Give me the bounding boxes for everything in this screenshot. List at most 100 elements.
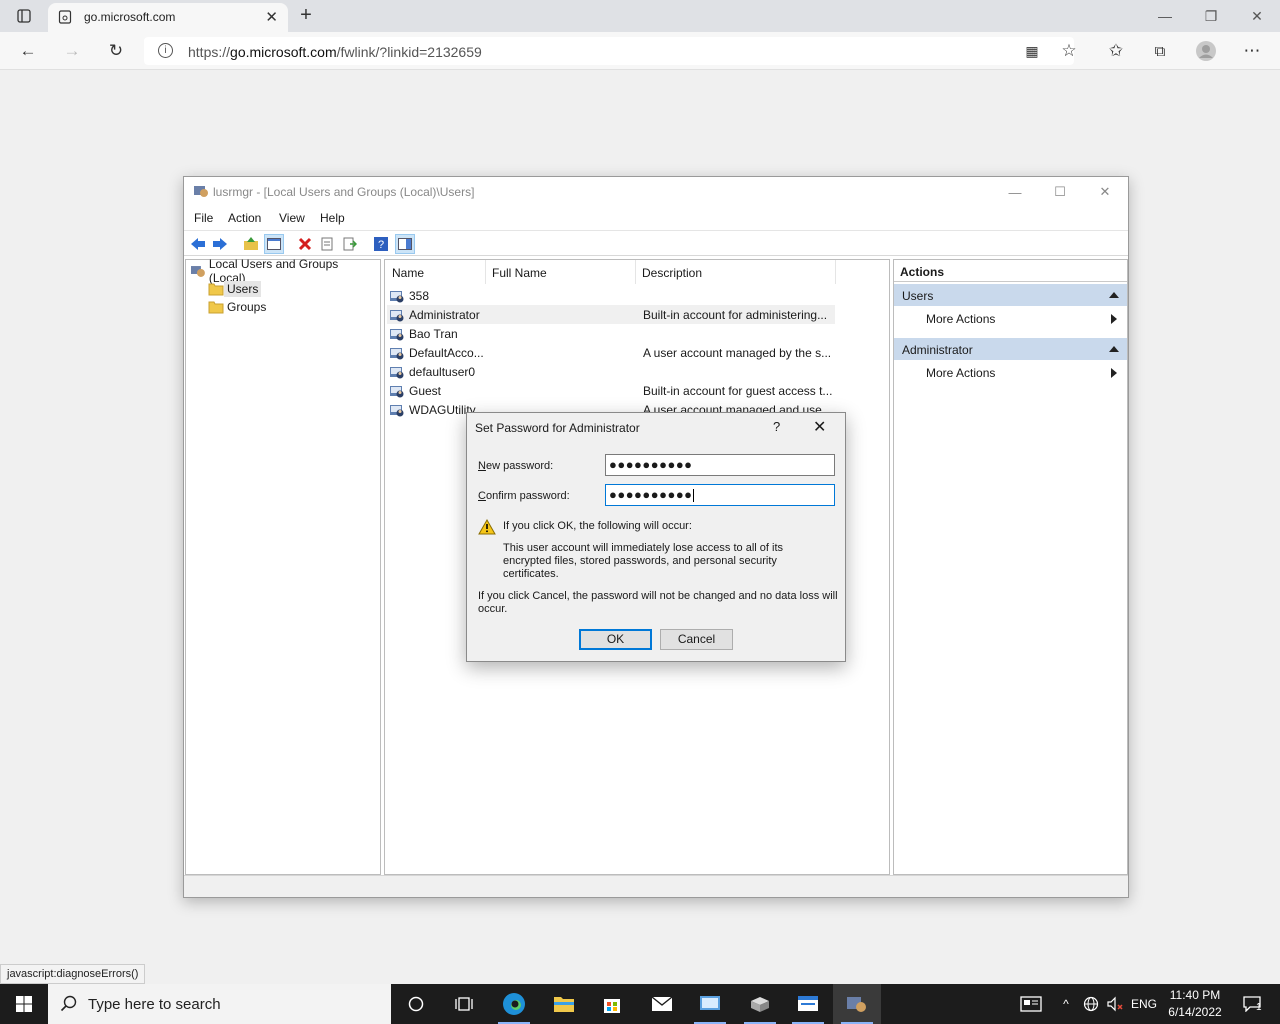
cortana-icon[interactable] [392, 984, 440, 1024]
user-icon [390, 310, 404, 322]
forward-arrow-icon[interactable] [210, 234, 230, 254]
tree-root-node[interactable]: Local Users and Groups (Local) [190, 257, 380, 285]
table-row[interactable]: Bao Tran [387, 324, 835, 343]
actions-group-administrator[interactable]: Administrator [894, 338, 1127, 360]
forward-icon[interactable]: → [59, 38, 85, 64]
user-name: DefaultAcco... [409, 346, 484, 360]
column-full-name[interactable]: Full Name [492, 266, 547, 280]
new-tab-icon[interactable]: + [296, 3, 316, 27]
more-actions-users[interactable]: More Actions [894, 308, 1127, 328]
user-icon [390, 329, 404, 341]
profile-avatar-icon[interactable] [1193, 38, 1219, 64]
input-language[interactable]: ENG [1128, 984, 1160, 1024]
ok-button[interactable]: OK [579, 629, 652, 650]
collapse-icon[interactable] [1109, 292, 1119, 298]
server-manager-icon[interactable] [784, 984, 832, 1024]
lusrmgr-taskbar-icon[interactable] [833, 984, 881, 1024]
start-button[interactable] [0, 984, 48, 1024]
page-favicon-icon [58, 10, 72, 24]
table-row[interactable]: defaultuser0 [387, 362, 835, 381]
mmc-close-icon[interactable]: ✕ [1085, 181, 1125, 203]
more-menu-icon[interactable]: ⋯ [1239, 38, 1265, 64]
users-groups-icon [190, 266, 205, 277]
menu-help[interactable]: Help [320, 211, 345, 225]
refresh-icon[interactable]: ↻ [103, 38, 129, 64]
tree-node-groups[interactable]: Groups [208, 298, 269, 316]
show-hide-action-pane-icon[interactable] [395, 234, 415, 254]
mmc-menubar: File Action View Help [184, 207, 1128, 229]
tree-node-users[interactable]: Users [208, 280, 262, 298]
cancel-button[interactable]: Cancel [660, 629, 733, 650]
table-row[interactable]: Guest Built-in account for guest access t… [387, 381, 835, 400]
folder-icon [208, 301, 224, 314]
delete-icon[interactable] [295, 234, 315, 254]
network-icon[interactable] [1080, 984, 1102, 1024]
url-text[interactable]: https://go.microsoft.com/fwlink/?linkid=… [188, 44, 482, 60]
close-tab-icon[interactable]: ✕ [265, 8, 278, 26]
news-widget-icon[interactable] [1014, 984, 1048, 1024]
user-icon [390, 291, 404, 303]
mmc-maximize-icon[interactable]: ☐ [1040, 181, 1080, 203]
minimize-icon[interactable]: — [1142, 0, 1188, 32]
computer-management-icon[interactable] [686, 984, 734, 1024]
more-actions-administrator[interactable]: More Actions [894, 362, 1127, 382]
add-favorite-icon[interactable]: ☆ [1056, 38, 1082, 64]
table-row[interactable]: 358 [387, 286, 835, 305]
search-icon [60, 995, 77, 1012]
system-clock[interactable]: 11:40 PM 6/14/2022 [1160, 987, 1230, 1021]
mmc-toolbar: ? [184, 230, 1128, 256]
dialog-help-button[interactable]: ? [773, 419, 780, 434]
confirm-password-field[interactable]: ●●●●●●●●●● [605, 484, 835, 506]
mmc-minimize-icon[interactable]: — [995, 181, 1035, 203]
task-view-icon[interactable] [440, 984, 488, 1024]
browser-tab[interactable]: go.microsoft.com ✕ [48, 3, 288, 32]
menu-file[interactable]: File [194, 211, 213, 225]
qr-code-icon[interactable]: ▦ [1019, 38, 1045, 64]
console-tree: Local Users and Groups (Local) Users Gro… [185, 257, 381, 875]
mail-icon[interactable] [638, 984, 686, 1024]
favorites-icon[interactable]: ✩ [1103, 38, 1129, 64]
actions-group-users[interactable]: Users [894, 284, 1127, 306]
show-hidden-icons-icon[interactable]: ^ [1056, 984, 1076, 1024]
up-level-icon[interactable] [241, 234, 261, 254]
tab-actions-icon[interactable] [12, 6, 36, 26]
export-list-icon[interactable] [340, 234, 360, 254]
installer-icon[interactable] [736, 984, 784, 1024]
back-arrow-icon[interactable] [188, 234, 208, 254]
browser-tab-bar: go.microsoft.com ✕ + — ❐ ✕ [0, 0, 1280, 32]
edge-browser-icon[interactable] [490, 984, 538, 1024]
user-name: Bao Tran [409, 327, 458, 341]
dialog-close-icon[interactable]: ✕ [813, 417, 826, 437]
table-row[interactable]: DefaultAcco... A user account managed by … [387, 343, 835, 362]
collapse-icon[interactable] [1109, 346, 1119, 352]
search-placeholder: Type here to search [88, 996, 221, 1013]
new-password-field[interactable]: ●●●●●●●●●● [605, 454, 835, 476]
store-icon[interactable] [588, 984, 636, 1024]
address-bar[interactable]: i https://go.microsoft.com/fwlink/?linki… [144, 37, 1074, 65]
help-icon[interactable]: ? [371, 234, 391, 254]
notification-count: 1 [1256, 1002, 1262, 1013]
show-hide-tree-icon[interactable] [264, 234, 284, 254]
user-icon [390, 386, 404, 398]
collections-icon[interactable]: ⧉ [1147, 38, 1173, 64]
restore-icon[interactable]: ❐ [1188, 0, 1234, 32]
actions-header: Actions [894, 260, 1127, 282]
menu-action[interactable]: Action [228, 211, 261, 225]
taskbar-search[interactable]: Type here to search [48, 984, 391, 1024]
cancel-note: If you click Cancel, the password will n… [478, 590, 838, 615]
column-description[interactable]: Description [642, 266, 702, 280]
menu-view[interactable]: View [279, 211, 305, 225]
back-icon[interactable]: ← [15, 38, 41, 64]
volume-muted-icon[interactable] [1104, 984, 1126, 1024]
notifications-icon[interactable]: 1 [1234, 984, 1270, 1024]
file-explorer-icon[interactable] [540, 984, 588, 1024]
properties-icon[interactable] [317, 234, 337, 254]
close-window-icon[interactable]: ✕ [1234, 0, 1280, 32]
mmc-titlebar: lusrmgr - [Local Users and Groups (Local… [184, 177, 1128, 207]
submenu-arrow-icon [1111, 368, 1117, 378]
column-name[interactable]: Name [392, 266, 424, 280]
list-header: Name Full Name Description [385, 260, 889, 284]
table-row[interactable]: Administrator Built-in account for admini… [387, 305, 835, 324]
mmc-status-bar [184, 875, 1128, 897]
site-info-icon[interactable]: i [158, 43, 173, 58]
